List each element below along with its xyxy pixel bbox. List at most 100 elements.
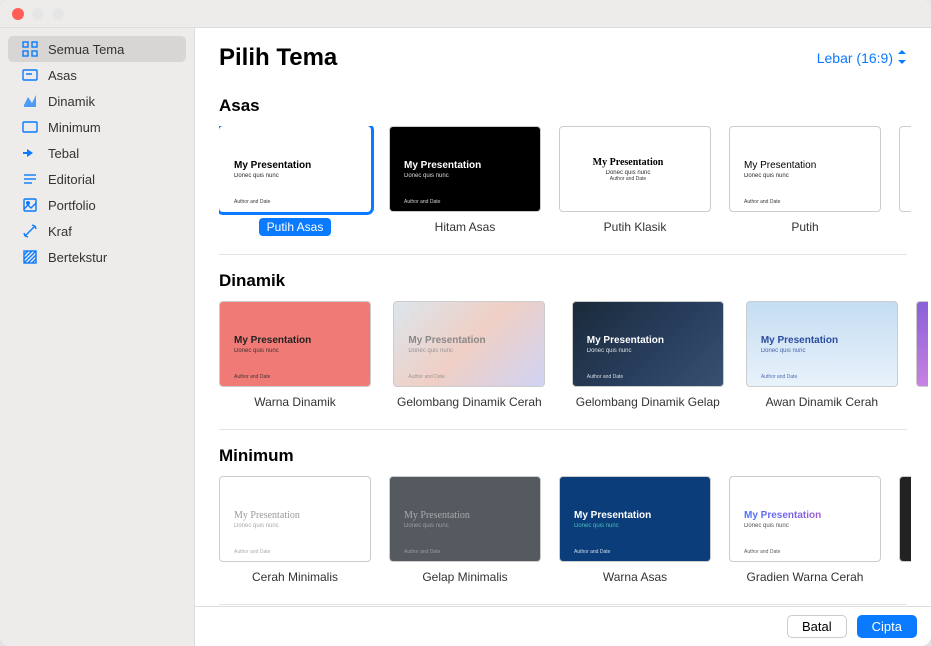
- sidebar-item-label: Dinamik: [48, 94, 95, 109]
- sidebar-item-label: Kraf: [48, 224, 72, 239]
- thumb-footer: Author and Date: [744, 549, 780, 555]
- create-button[interactable]: Cipta: [857, 615, 917, 638]
- sidebar: Semua Tema Asas Dinamik Minimum Tebal Editori…: [0, 28, 195, 646]
- theme-item[interactable]: My Presentation Donec quis nunc Author and…: [389, 126, 541, 236]
- titlebar: [0, 0, 931, 28]
- theme-thumbnail[interactable]: My PresentationDonec quis nuncAuthor and…: [389, 476, 541, 562]
- sidebar-item-semua-tema[interactable]: Semua Tema: [8, 36, 186, 62]
- thumb-footer: Author and Date: [610, 176, 646, 182]
- thumb-title: My Presentation: [744, 510, 880, 521]
- theme-item-peek[interactable]: [899, 126, 911, 236]
- theme-label: Gelombang Dinamik Gelap: [568, 393, 728, 411]
- maximize-icon: [52, 8, 64, 20]
- theme-item[interactable]: My PresentationDonec quis nuncAuthor and…: [559, 476, 711, 586]
- section-title: Asas: [219, 96, 931, 116]
- theme-label: Gelap Minimalis: [414, 568, 515, 586]
- thumb-footer: Author and Date: [234, 374, 270, 380]
- thumb-title: My Presentation: [408, 335, 544, 346]
- thumb-footer: Author and Date: [408, 374, 444, 380]
- kraf-icon: [22, 223, 38, 239]
- section-title: Dinamik: [219, 271, 931, 291]
- theme-label: Gelombang Dinamik Cerah: [389, 393, 550, 411]
- theme-thumbnail-peek[interactable]: [916, 301, 928, 387]
- theme-thumbnail[interactable]: My PresentationDonec quis nuncAuthor and…: [572, 301, 724, 387]
- theme-thumbnail[interactable]: My PresentationDonec quis nuncAuthor and…: [219, 301, 371, 387]
- theme-item[interactable]: My PresentationDonec quis nuncAuthor and…: [559, 126, 711, 236]
- thumb-subtitle: Donec quis nunc: [761, 348, 897, 354]
- thumb-footer: Author and Date: [587, 374, 623, 380]
- theme-item[interactable]: My PresentationDonec quis nuncAuthor and…: [389, 301, 550, 411]
- theme-label: Putih: [783, 218, 826, 236]
- theme-row: My Presentation Donec quis nunc Author and…: [219, 476, 931, 586]
- minimize-icon: [32, 8, 44, 20]
- theme-chooser-window: Semua Tema Asas Dinamik Minimum Tebal Editori…: [0, 0, 931, 646]
- thumb-subtitle: Donec quis nunc: [587, 348, 723, 354]
- cancel-button[interactable]: Batal: [787, 615, 847, 638]
- aspect-ratio-label: Lebar (16:9): [817, 50, 893, 66]
- theme-thumbnail-peek[interactable]: [899, 126, 911, 212]
- sidebar-item-dinamik[interactable]: Dinamik: [8, 88, 186, 114]
- sidebar-item-label: Portfolio: [48, 198, 96, 213]
- theme-grid: Asas My Presentation Donec quis nunc Author…: [195, 80, 931, 606]
- aspect-ratio-select[interactable]: Lebar (16:9): [817, 50, 907, 67]
- sidebar-item-tebal[interactable]: Tebal: [8, 140, 186, 166]
- sidebar-item-bertekstur[interactable]: Bertekstur: [8, 244, 186, 270]
- sidebar-item-portfolio[interactable]: Portfolio: [8, 192, 186, 218]
- divider: [219, 604, 907, 605]
- thumb-subtitle: Donec quis nunc: [404, 173, 540, 179]
- divider: [219, 429, 907, 430]
- thumb-footer: Author and Date: [234, 199, 270, 205]
- thumb-title: My Presentation: [761, 335, 897, 346]
- theme-row: My Presentation Donec quis nunc Author and…: [219, 126, 931, 236]
- theme-thumbnail[interactable]: My PresentationDonec quis nuncAuthor and…: [393, 301, 545, 387]
- theme-thumbnail[interactable]: My PresentationDonec quis nuncAuthor and…: [559, 126, 711, 212]
- sidebar-item-minimum[interactable]: Minimum: [8, 114, 186, 140]
- sidebar-item-label: Asas: [48, 68, 77, 83]
- theme-item-peek[interactable]: [899, 476, 911, 586]
- minimum-icon: [22, 119, 38, 135]
- theme-thumbnail[interactable]: My PresentationDonec quis nuncAuthor and…: [729, 476, 881, 562]
- editorial-icon: [22, 171, 38, 187]
- theme-thumbnail[interactable]: My PresentationDonec quis nuncAuthor and…: [559, 476, 711, 562]
- thumb-subtitle: Donec quis nunc: [404, 523, 540, 529]
- theme-item[interactable]: My Presentation Donec quis nunc Author and…: [219, 476, 371, 586]
- thumb-subtitle: Donec quis nunc: [234, 523, 370, 529]
- thumb-footer: Author and Date: [404, 549, 440, 555]
- thumb-footer: Author and Date: [404, 199, 440, 205]
- theme-item-peek[interactable]: [916, 301, 928, 411]
- theme-thumbnail[interactable]: My Presentation Donec quis nunc Author and…: [389, 126, 541, 212]
- theme-label: Putih Asas: [259, 218, 332, 236]
- thumb-title: My Presentation: [404, 160, 540, 171]
- thumb-title: My Presentation: [574, 510, 710, 521]
- sidebar-item-editorial[interactable]: Editorial: [8, 166, 186, 192]
- theme-thumbnail[interactable]: My Presentation Donec quis nunc Author and…: [219, 476, 371, 562]
- thumb-footer: Author and Date: [234, 549, 270, 555]
- sidebar-item-label: Tebal: [48, 146, 79, 161]
- close-icon[interactable]: [12, 8, 24, 20]
- theme-thumbnail-peek[interactable]: [899, 476, 911, 562]
- theme-thumbnail[interactable]: My Presentation Donec quis nunc Author and…: [219, 126, 371, 212]
- theme-item[interactable]: My PresentationDonec quis nuncAuthor and…: [568, 301, 728, 411]
- theme-label: Warna Asas: [595, 568, 675, 586]
- theme-item[interactable]: My Presentation Donec quis nunc Author and…: [219, 126, 371, 236]
- section-title: Minimum: [219, 446, 931, 466]
- divider: [219, 254, 907, 255]
- thumb-subtitle: Donec quis nunc: [234, 173, 370, 179]
- theme-label: Putih Klasik: [596, 218, 675, 236]
- theme-item[interactable]: My PresentationDonec quis nuncAuthor and…: [389, 476, 541, 586]
- theme-item[interactable]: My Presentation Donec quis nunc Author and…: [746, 301, 898, 411]
- sidebar-item-asas[interactable]: Asas: [8, 62, 186, 88]
- thumb-title: My Presentation: [234, 510, 370, 521]
- theme-row: My Presentation Donec quis nunc Author and…: [219, 301, 931, 411]
- thumb-footer: Author and Date: [761, 374, 797, 380]
- theme-label: Hitam Asas: [427, 218, 504, 236]
- theme-item[interactable]: My PresentationDonec quis nuncAuthor and…: [219, 301, 371, 411]
- theme-item[interactable]: My PresentationDonec quis nuncAuthor and…: [729, 126, 881, 236]
- thumb-title: My Presentation: [234, 160, 370, 171]
- sidebar-item-kraf[interactable]: Kraf: [8, 218, 186, 244]
- page-title: Pilih Tema: [219, 44, 337, 72]
- theme-label: Cerah Minimalis: [244, 568, 346, 586]
- theme-item[interactable]: My PresentationDonec quis nuncAuthor and…: [729, 476, 881, 586]
- theme-thumbnail[interactable]: My PresentationDonec quis nuncAuthor and…: [729, 126, 881, 212]
- theme-thumbnail[interactable]: My Presentation Donec quis nunc Author and…: [746, 301, 898, 387]
